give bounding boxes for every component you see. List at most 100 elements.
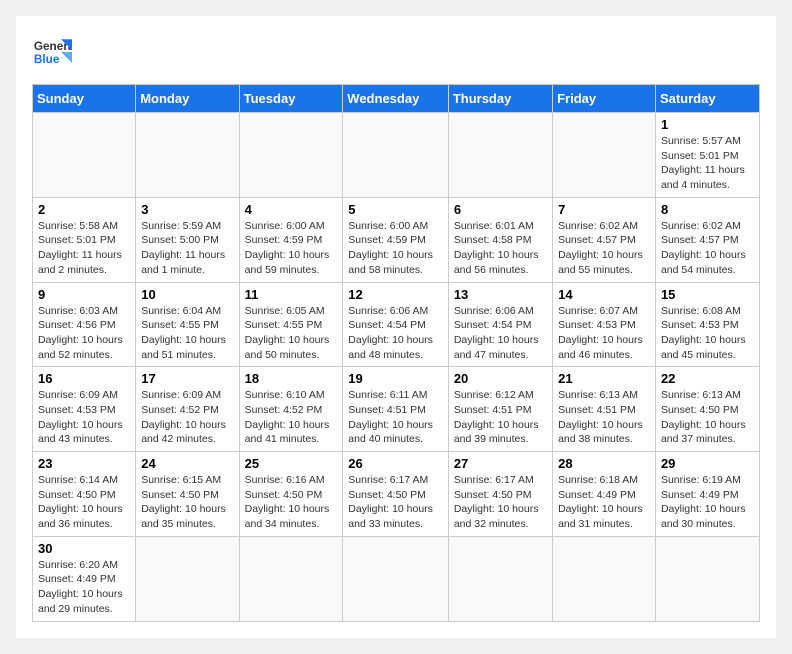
day-number: 23 (38, 456, 130, 471)
calendar-cell: 2 Sunrise: 5:58 AM Sunset: 5:01 PM Daylig… (33, 197, 136, 282)
calendar-cell: 7Sunrise: 6:02 AM Sunset: 4:57 PM Daylig… (553, 197, 656, 282)
day-number: 12 (348, 287, 443, 302)
day-info: Sunrise: 6:02 AM Sunset: 4:57 PM Dayligh… (558, 219, 650, 278)
day-info: Sunrise: 6:09 AM Sunset: 4:53 PM Dayligh… (38, 388, 130, 447)
calendar-cell: 10 Sunrise: 6:04 AM Sunset: 4:55 PM Dayli… (136, 282, 239, 367)
day-info: Sunrise: 6:06 AM Sunset: 4:54 PM Dayligh… (348, 304, 443, 363)
calendar-cell: 8Sunrise: 6:02 AM Sunset: 4:57 PM Daylig… (655, 197, 759, 282)
calendar-cell: 30 Sunrise: 6:20 AM Sunset: 4:49 PM Dayli… (33, 536, 136, 621)
calendar-row-1: 2 Sunrise: 5:58 AM Sunset: 5:01 PM Daylig… (33, 197, 760, 282)
day-number: 20 (454, 371, 547, 386)
day-number: 17 (141, 371, 233, 386)
day-info: Sunrise: 6:03 AM Sunset: 4:56 PM Dayligh… (38, 304, 130, 363)
day-info: Sunrise: 6:15 AM Sunset: 4:50 PM Dayligh… (141, 473, 233, 532)
day-info: Sunrise: 6:20 AM Sunset: 4:49 PM Dayligh… (38, 558, 130, 617)
weekday-header-wednesday: Wednesday (343, 85, 449, 113)
day-number: 29 (661, 456, 754, 471)
calendar-cell: 5 Sunrise: 6:00 AM Sunset: 4:59 PM Daylig… (343, 197, 449, 282)
day-info: Sunrise: 6:05 AM Sunset: 4:55 PM Dayligh… (245, 304, 338, 363)
day-number: 22 (661, 371, 754, 386)
day-number: 6 (454, 202, 547, 217)
calendar-row-4: 23 Sunrise: 6:14 AM Sunset: 4:50 PM Dayli… (33, 452, 760, 537)
calendar-table: SundayMondayTuesdayWednesdayThursdayFrid… (32, 84, 760, 622)
calendar-cell: 1Sunrise: 5:57 AM Sunset: 5:01 PM Daylig… (655, 113, 759, 198)
day-info: Sunrise: 6:02 AM Sunset: 4:57 PM Dayligh… (661, 219, 754, 278)
calendar-cell: 11 Sunrise: 6:05 AM Sunset: 4:55 PM Dayli… (239, 282, 343, 367)
calendar-cell (136, 536, 239, 621)
day-number: 11 (245, 287, 338, 302)
day-number: 21 (558, 371, 650, 386)
calendar-cell: 15 Sunrise: 6:08 AM Sunset: 4:53 PM Dayli… (655, 282, 759, 367)
day-info: Sunrise: 6:17 AM Sunset: 4:50 PM Dayligh… (454, 473, 547, 532)
weekday-header-tuesday: Tuesday (239, 85, 343, 113)
day-info: Sunrise: 6:16 AM Sunset: 4:50 PM Dayligh… (245, 473, 338, 532)
day-info: Sunrise: 6:13 AM Sunset: 4:51 PM Dayligh… (558, 388, 650, 447)
calendar-cell: 3Sunrise: 5:59 AM Sunset: 5:00 PM Daylig… (136, 197, 239, 282)
weekday-header-friday: Friday (553, 85, 656, 113)
calendar-cell (553, 536, 656, 621)
day-number: 1 (661, 117, 754, 132)
day-number: 4 (245, 202, 338, 217)
calendar-cell: 25Sunrise: 6:16 AM Sunset: 4:50 PM Dayli… (239, 452, 343, 537)
day-number: 10 (141, 287, 233, 302)
calendar-cell: 19 Sunrise: 6:11 AM Sunset: 4:51 PM Dayli… (343, 367, 449, 452)
day-number: 19 (348, 371, 443, 386)
day-number: 13 (454, 287, 547, 302)
day-number: 5 (348, 202, 443, 217)
calendar-row-5: 30 Sunrise: 6:20 AM Sunset: 4:49 PM Dayli… (33, 536, 760, 621)
weekday-header-sunday: Sunday (33, 85, 136, 113)
weekday-header-saturday: Saturday (655, 85, 759, 113)
logo-icon: General Blue (32, 32, 72, 72)
day-number: 27 (454, 456, 547, 471)
weekday-header-monday: Monday (136, 85, 239, 113)
calendar-cell: 18 Sunrise: 6:10 AM Sunset: 4:52 PM Dayli… (239, 367, 343, 452)
day-info: Sunrise: 6:09 AM Sunset: 4:52 PM Dayligh… (141, 388, 233, 447)
calendar-cell: 23 Sunrise: 6:14 AM Sunset: 4:50 PM Dayli… (33, 452, 136, 537)
day-info: Sunrise: 6:10 AM Sunset: 4:52 PM Dayligh… (245, 388, 338, 447)
day-number: 16 (38, 371, 130, 386)
day-number: 26 (348, 456, 443, 471)
day-info: Sunrise: 6:18 AM Sunset: 4:49 PM Dayligh… (558, 473, 650, 532)
calendar-cell: 9 Sunrise: 6:03 AM Sunset: 4:56 PM Daylig… (33, 282, 136, 367)
day-number: 3 (141, 202, 233, 217)
logo: General Blue (32, 32, 72, 72)
calendar-cell (343, 536, 449, 621)
day-info: Sunrise: 5:58 AM Sunset: 5:01 PM Dayligh… (38, 219, 130, 278)
calendar-cell (655, 536, 759, 621)
day-info: Sunrise: 6:06 AM Sunset: 4:54 PM Dayligh… (454, 304, 547, 363)
calendar-cell: 16 Sunrise: 6:09 AM Sunset: 4:53 PM Dayli… (33, 367, 136, 452)
calendar-container: General Blue SundayMondayTuesdayWednesda… (16, 16, 776, 638)
day-info: Sunrise: 6:00 AM Sunset: 4:59 PM Dayligh… (348, 219, 443, 278)
calendar-cell: 6 Sunrise: 6:01 AM Sunset: 4:58 PM Daylig… (448, 197, 552, 282)
day-number: 14 (558, 287, 650, 302)
day-number: 30 (38, 541, 130, 556)
calendar-cell (343, 113, 449, 198)
day-info: Sunrise: 6:14 AM Sunset: 4:50 PM Dayligh… (38, 473, 130, 532)
calendar-cell: 20 Sunrise: 6:12 AM Sunset: 4:51 PM Dayli… (448, 367, 552, 452)
day-info: Sunrise: 6:07 AM Sunset: 4:53 PM Dayligh… (558, 304, 650, 363)
calendar-cell: 14 Sunrise: 6:07 AM Sunset: 4:53 PM Dayli… (553, 282, 656, 367)
day-number: 2 (38, 202, 130, 217)
calendar-cell: 12 Sunrise: 6:06 AM Sunset: 4:54 PM Dayli… (343, 282, 449, 367)
header: General Blue (32, 32, 760, 72)
day-number: 18 (245, 371, 338, 386)
day-info: Sunrise: 6:04 AM Sunset: 4:55 PM Dayligh… (141, 304, 233, 363)
day-number: 15 (661, 287, 754, 302)
day-number: 9 (38, 287, 130, 302)
calendar-row-0: 1Sunrise: 5:57 AM Sunset: 5:01 PM Daylig… (33, 113, 760, 198)
calendar-cell: 27 Sunrise: 6:17 AM Sunset: 4:50 PM Dayli… (448, 452, 552, 537)
calendar-row-3: 16 Sunrise: 6:09 AM Sunset: 4:53 PM Dayli… (33, 367, 760, 452)
calendar-cell (136, 113, 239, 198)
calendar-cell (448, 113, 552, 198)
calendar-cell: 4 Sunrise: 6:00 AM Sunset: 4:59 PM Daylig… (239, 197, 343, 282)
svg-text:Blue: Blue (34, 52, 60, 66)
calendar-cell: 29Sunrise: 6:19 AM Sunset: 4:49 PM Dayli… (655, 452, 759, 537)
day-number: 24 (141, 456, 233, 471)
day-info: Sunrise: 6:08 AM Sunset: 4:53 PM Dayligh… (661, 304, 754, 363)
day-info: Sunrise: 6:11 AM Sunset: 4:51 PM Dayligh… (348, 388, 443, 447)
calendar-cell: 24 Sunrise: 6:15 AM Sunset: 4:50 PM Dayli… (136, 452, 239, 537)
calendar-cell (553, 113, 656, 198)
day-info: Sunrise: 6:00 AM Sunset: 4:59 PM Dayligh… (245, 219, 338, 278)
day-info: Sunrise: 6:01 AM Sunset: 4:58 PM Dayligh… (454, 219, 547, 278)
day-info: Sunrise: 6:12 AM Sunset: 4:51 PM Dayligh… (454, 388, 547, 447)
